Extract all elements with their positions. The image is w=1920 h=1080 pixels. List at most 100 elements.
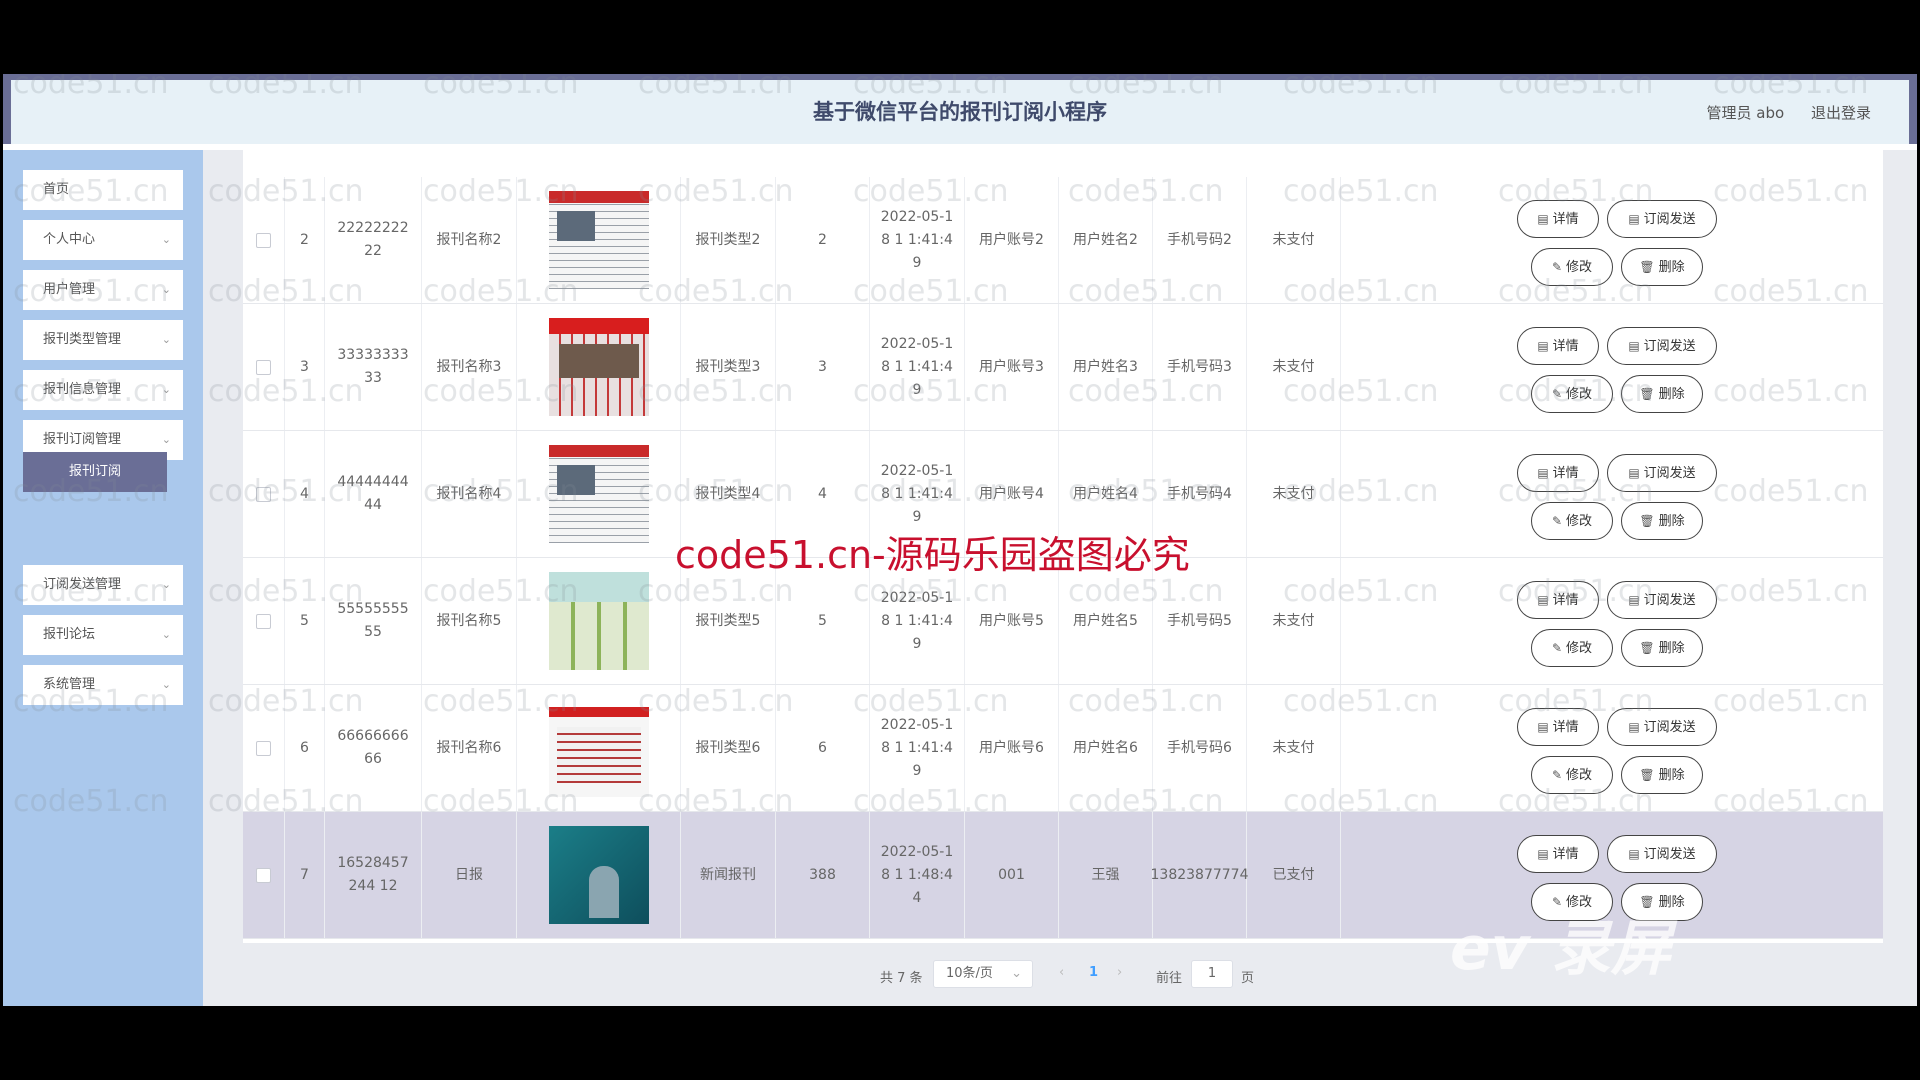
sidebar-subitem-subscription[interactable]: 报刊订阅 xyxy=(23,452,167,492)
send-button[interactable]: ▤ 订阅发送 xyxy=(1607,327,1717,365)
cell-cb xyxy=(243,812,285,938)
sidebar-item-0[interactable]: 首页 xyxy=(23,170,183,210)
detail-button[interactable]: ▤ 详情 xyxy=(1517,835,1599,873)
detail-button[interactable]: ▤ 详情 xyxy=(1517,708,1599,746)
header-bar: 基于微信平台的报刊订阅小程序 管理员 abo 退出登录 xyxy=(11,80,1909,144)
cell-count-text: 2 xyxy=(818,231,827,248)
edit-button-label: 修改 xyxy=(1566,640,1593,656)
send-button[interactable]: ▤ 订阅发送 xyxy=(1607,708,1717,746)
cell-status-text: 未支付 xyxy=(1272,358,1315,375)
current-page-number[interactable]: 1 xyxy=(1089,965,1098,980)
sidebar-item-6[interactable]: 订阅发送管理 ⌄ xyxy=(23,565,183,605)
cell-phone: 13823877774 xyxy=(1151,812,1249,938)
newspaper-thumbnail xyxy=(548,826,649,924)
row-checkbox[interactable] xyxy=(256,740,271,756)
delete-button[interactable]: 🗑 删除 xyxy=(1621,756,1703,794)
chevron-down-icon: ⌄ xyxy=(161,578,171,591)
pencil-icon: ✎ xyxy=(1551,386,1563,401)
next-page-button[interactable]: › xyxy=(1117,965,1122,980)
cell-idx: 4 xyxy=(285,431,325,557)
cell-cb xyxy=(243,685,285,811)
edit-button[interactable]: ✎ 修改 xyxy=(1531,502,1613,540)
edit-button-label: 修改 xyxy=(1566,259,1593,275)
prev-page-button[interactable]: ‹ xyxy=(1059,965,1064,980)
detail-button[interactable]: ▤ 详情 xyxy=(1517,581,1599,619)
delete-button[interactable]: 🗑 删除 xyxy=(1621,248,1703,286)
document-icon: ▤ xyxy=(1628,211,1640,226)
cell-idx-text: 7 xyxy=(300,866,309,883)
page-size-value: 10条/页 xyxy=(946,966,993,981)
detail-button[interactable]: ▤ 详情 xyxy=(1517,454,1599,492)
send-button[interactable]: ▤ 订阅发送 xyxy=(1607,454,1717,492)
cell-code: 5555555555 xyxy=(325,558,422,684)
cell-idx-text: 4 xyxy=(300,485,309,502)
sidebar: 首页 个人中心 ⌄ 用户管理 ⌄ 报刊类型管理 ⌄ 报刊信息管理 ⌄ 报刊订阅管理 ⌄ 订阅发送管理 ⌄… xyxy=(3,150,203,1006)
goto-page-input[interactable]: 1 xyxy=(1191,960,1233,988)
cell-count: 6 xyxy=(776,685,870,811)
cell-thumb xyxy=(517,177,681,303)
row-checkbox[interactable] xyxy=(256,359,271,375)
sidebar-item-label: 首页 xyxy=(43,182,70,197)
document-icon: ▤ xyxy=(1628,846,1640,861)
edit-button[interactable]: ✎ 修改 xyxy=(1531,375,1613,413)
recorder-logo: ev 录屏 xyxy=(1450,914,1671,984)
table-row: 6 6666666666 报刊名称6 报刊类型6 6 2022-05-18 1 1:41:… xyxy=(243,685,1883,812)
cell-time: 2022-05-18 1 1:41:49 xyxy=(870,685,965,811)
sidebar-item-3[interactable]: 报刊类型管理 ⌄ xyxy=(23,320,183,360)
document-icon: ▤ xyxy=(1628,465,1640,480)
sidebar-item-2[interactable]: 用户管理 ⌄ xyxy=(23,270,183,310)
cell-username-text: 用户姓名2 xyxy=(1073,231,1138,248)
document-icon: ▤ xyxy=(1537,338,1549,353)
cell-count-text: 4 xyxy=(818,485,827,502)
sidebar-item-1[interactable]: 个人中心 ⌄ xyxy=(23,220,183,260)
edit-button[interactable]: ✎ 修改 xyxy=(1531,629,1613,667)
cell-idx-text: 6 xyxy=(300,739,309,756)
detail-button[interactable]: ▤ 详情 xyxy=(1517,200,1599,238)
delete-button[interactable]: 🗑 删除 xyxy=(1621,502,1703,540)
cell-username: 用户姓名2 xyxy=(1059,177,1153,303)
cell-actions: ▤ 详情 ▤ 订阅发送 ✎ 修改 🗑 删除 xyxy=(1341,558,1883,684)
cell-account-text: 用户账号6 xyxy=(979,739,1044,756)
cell-name-text: 报刊名称3 xyxy=(436,358,502,375)
page-size-select[interactable]: 10条/页 ⌄ xyxy=(933,960,1033,988)
document-icon: ▤ xyxy=(1628,719,1640,734)
document-icon: ▤ xyxy=(1537,592,1549,607)
send-button[interactable]: ▤ 订阅发送 xyxy=(1607,200,1717,238)
delete-button[interactable]: 🗑 删除 xyxy=(1621,629,1703,667)
cell-code-text: 3333333333 xyxy=(337,347,409,386)
cell-idx: 5 xyxy=(285,558,325,684)
send-button[interactable]: ▤ 订阅发送 xyxy=(1607,581,1717,619)
sidebar-item-8[interactable]: 系统管理 ⌄ xyxy=(23,665,183,705)
app-title: 基于微信平台的报刊订阅小程序 xyxy=(813,100,1107,124)
newspaper-thumbnail xyxy=(548,572,649,670)
sidebar-item-label: 系统管理 xyxy=(43,677,96,692)
row-checkbox[interactable] xyxy=(256,486,271,502)
sidebar-item-4[interactable]: 报刊信息管理 ⌄ xyxy=(23,370,183,410)
sidebar-item-7[interactable]: 报刊论坛 ⌄ xyxy=(23,615,183,655)
delete-button-label: 删除 xyxy=(1658,386,1685,402)
row-checkbox[interactable] xyxy=(256,232,271,248)
cell-time-text: 2022-05-18 1 1:41:49 xyxy=(880,716,954,779)
logout-link[interactable]: 退出登录 xyxy=(1811,104,1871,122)
edit-button[interactable]: ✎ 修改 xyxy=(1531,756,1613,794)
sidebar-item-label: 用户管理 xyxy=(43,282,96,297)
trash-icon: 🗑 xyxy=(1639,513,1655,528)
cell-time-text: 2022-05-18 1 1:41:49 xyxy=(880,589,954,652)
delete-button[interactable]: 🗑 删除 xyxy=(1621,375,1703,413)
chevron-down-icon: ⌄ xyxy=(161,628,171,641)
detail-button[interactable]: ▤ 详情 xyxy=(1517,327,1599,365)
cell-name: 日报 xyxy=(422,812,517,938)
cell-time: 2022-05-18 1 1:41:49 xyxy=(870,304,965,430)
cell-status: 未支付 xyxy=(1247,177,1341,303)
newspaper-thumbnail xyxy=(548,699,649,797)
newspaper-thumbnail xyxy=(548,318,649,416)
edit-button[interactable]: ✎ 修改 xyxy=(1531,248,1613,286)
chevron-down-icon: ⌄ xyxy=(161,333,171,346)
row-checkbox[interactable] xyxy=(256,867,271,883)
cell-type-text: 报刊类型3 xyxy=(695,358,761,375)
top-header: 基于微信平台的报刊订阅小程序 管理员 abo 退出登录 xyxy=(3,74,1917,144)
row-checkbox[interactable] xyxy=(256,613,271,629)
send-button[interactable]: ▤ 订阅发送 xyxy=(1607,835,1717,873)
send-button-label: 订阅发送 xyxy=(1643,211,1696,227)
cell-name-text: 日报 xyxy=(455,866,483,883)
